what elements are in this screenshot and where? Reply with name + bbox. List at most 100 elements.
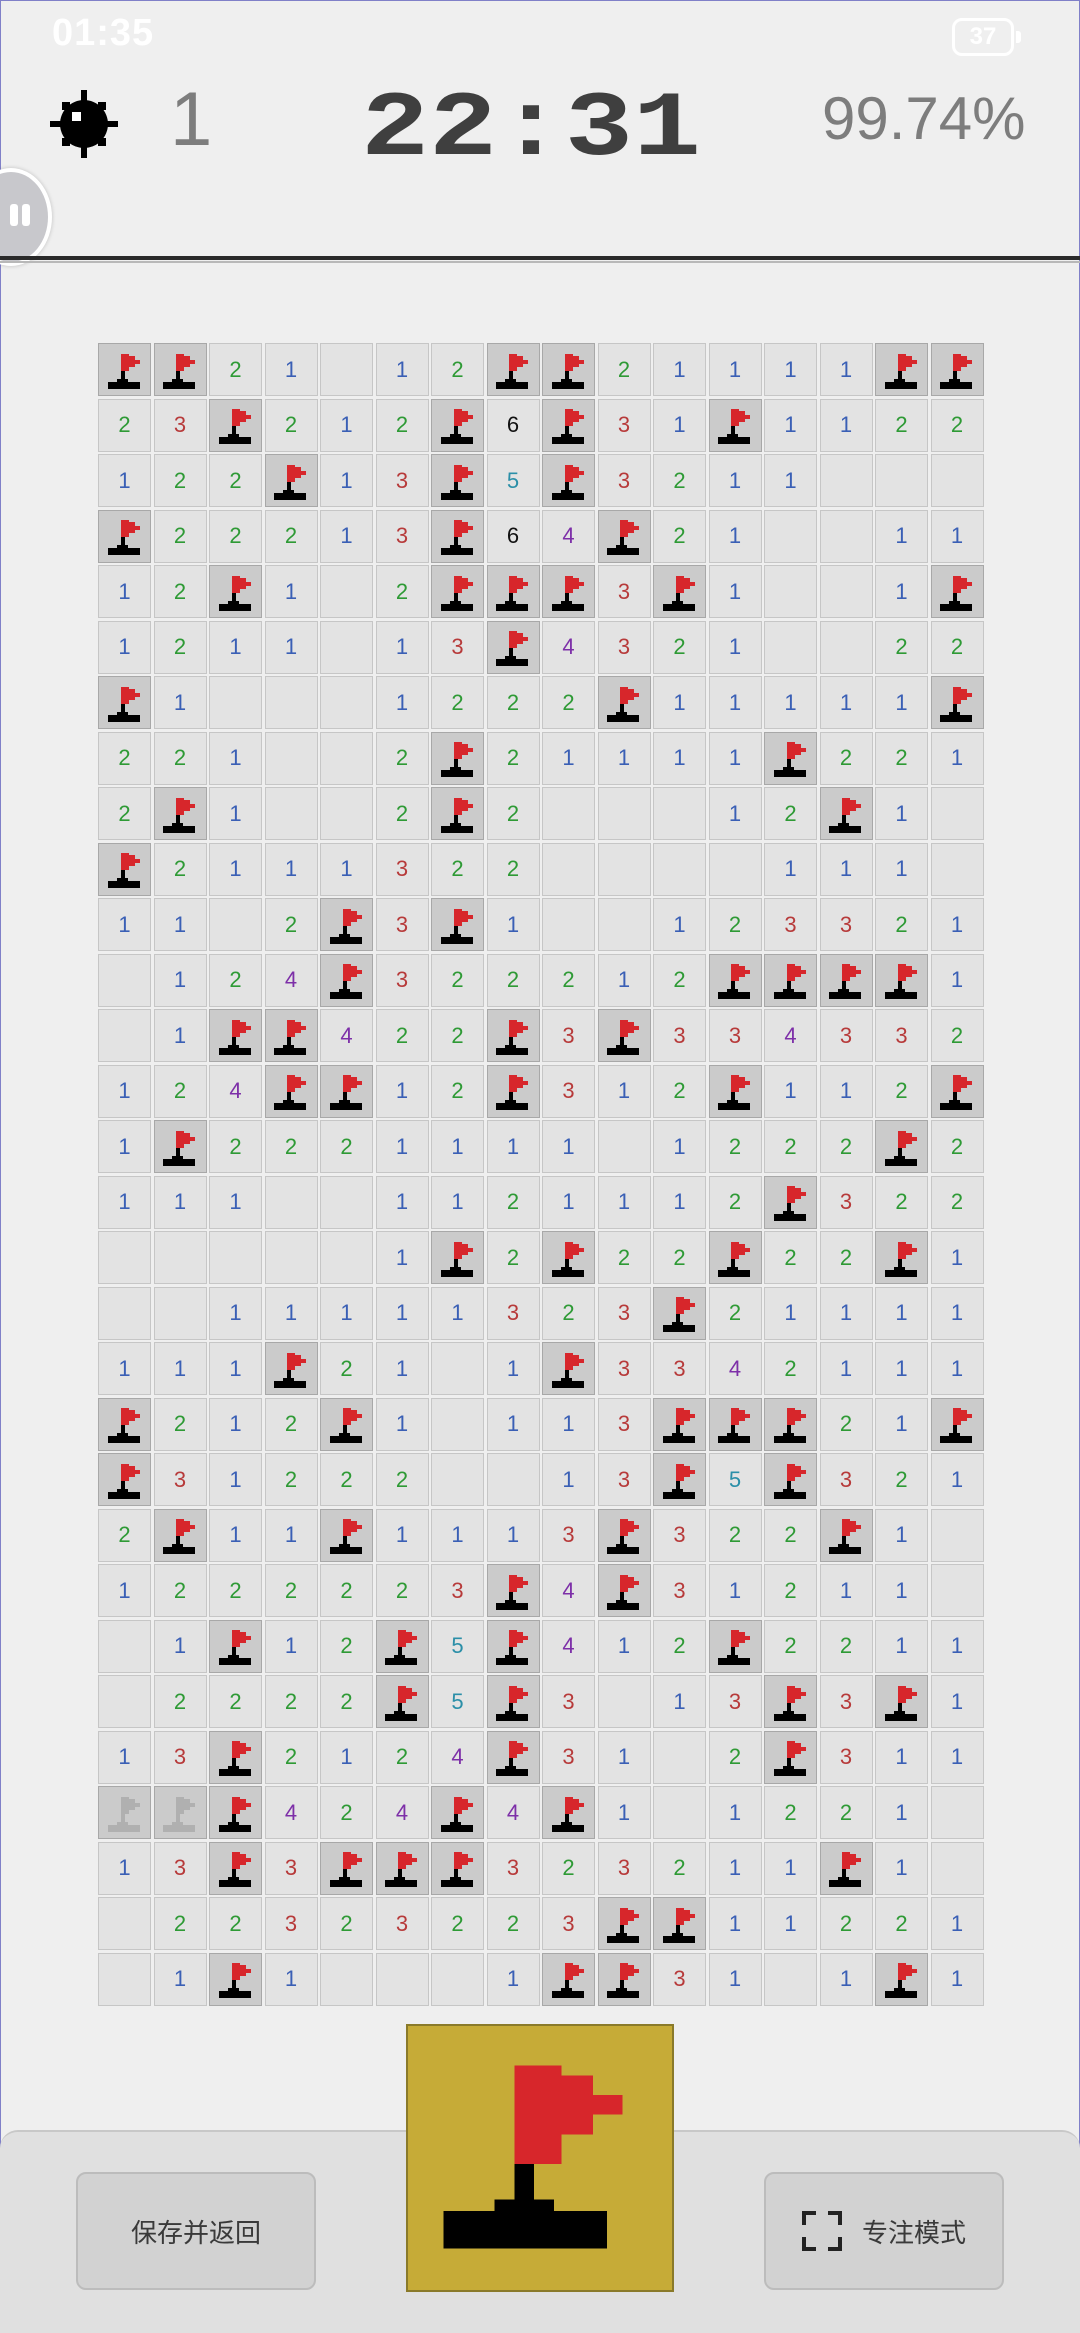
number-cell[interactable]: 4 xyxy=(542,1619,595,1673)
empty-cell[interactable] xyxy=(653,1786,706,1839)
number-cell[interactable]: 3 xyxy=(819,898,873,951)
number-cell[interactable]: 3 xyxy=(153,1453,207,1506)
number-cell[interactable]: 1 xyxy=(819,1064,873,1118)
flagged-cell[interactable] xyxy=(486,1730,540,1784)
number-cell[interactable]: 2 xyxy=(153,1564,207,1617)
number-cell[interactable]: 1 xyxy=(486,1952,540,2006)
flagged-cell[interactable] xyxy=(708,1619,762,1673)
number-cell[interactable]: 1 xyxy=(98,1120,151,1173)
number-cell[interactable]: 1 xyxy=(264,1508,318,1562)
number-cell[interactable]: 1 xyxy=(486,898,540,951)
flagged-cell[interactable] xyxy=(764,1175,817,1229)
number-cell[interactable]: 1 xyxy=(819,398,873,452)
number-cell[interactable]: 3 xyxy=(375,509,429,563)
number-cell[interactable]: 1 xyxy=(653,731,706,785)
number-cell[interactable]: 4 xyxy=(486,1786,540,1839)
number-cell[interactable]: 3 xyxy=(542,1009,595,1062)
empty-cell[interactable] xyxy=(320,565,373,618)
number-cell[interactable]: 3 xyxy=(542,1897,595,1950)
number-cell[interactable]: 1 xyxy=(875,1508,928,1562)
flagged-cell[interactable] xyxy=(486,1564,540,1617)
flagged-cell[interactable] xyxy=(597,509,651,563)
pending-flag-cell[interactable] xyxy=(98,1786,151,1839)
number-cell[interactable]: 2 xyxy=(653,1841,706,1895)
number-cell[interactable]: 1 xyxy=(542,1397,595,1451)
number-cell[interactable]: 3 xyxy=(375,1897,429,1950)
number-cell[interactable]: 1 xyxy=(764,676,817,729)
number-cell[interactable]: 1 xyxy=(653,898,706,951)
number-cell[interactable]: 2 xyxy=(375,565,429,618)
empty-cell[interactable] xyxy=(320,1952,373,2006)
flagged-cell[interactable] xyxy=(209,1952,262,2006)
number-cell[interactable]: 2 xyxy=(153,454,207,507)
number-cell[interactable]: 3 xyxy=(653,1508,706,1562)
flagged-cell[interactable] xyxy=(597,1897,651,1950)
number-cell[interactable]: 3 xyxy=(653,1009,706,1062)
flagged-cell[interactable] xyxy=(431,1786,484,1839)
number-cell[interactable]: 4 xyxy=(375,1786,429,1839)
flagged-cell[interactable] xyxy=(209,1730,262,1784)
empty-cell[interactable] xyxy=(653,787,706,840)
number-cell[interactable]: 2 xyxy=(486,787,540,840)
flagged-cell[interactable] xyxy=(708,398,762,452)
number-cell[interactable]: 1 xyxy=(875,1564,928,1617)
number-cell[interactable]: 2 xyxy=(320,1786,373,1839)
empty-cell[interactable] xyxy=(819,509,873,563)
number-cell[interactable]: 1 xyxy=(209,620,262,674)
number-cell[interactable]: 2 xyxy=(708,1730,762,1784)
number-cell[interactable]: 5 xyxy=(431,1675,484,1728)
flagged-cell[interactable] xyxy=(98,676,151,729)
flagged-cell[interactable] xyxy=(930,1064,984,1118)
flagged-cell[interactable] xyxy=(764,953,817,1007)
number-cell[interactable]: 2 xyxy=(320,1453,373,1506)
number-cell[interactable]: 1 xyxy=(819,1952,873,2006)
number-cell[interactable]: 2 xyxy=(375,787,429,840)
empty-cell[interactable] xyxy=(597,1120,651,1173)
flagged-cell[interactable] xyxy=(653,1453,706,1506)
number-cell[interactable]: 1 xyxy=(375,1064,429,1118)
number-cell[interactable]: 1 xyxy=(819,676,873,729)
empty-cell[interactable] xyxy=(542,898,595,951)
number-cell[interactable]: 2 xyxy=(431,676,484,729)
number-cell[interactable]: 2 xyxy=(153,565,207,618)
number-cell[interactable]: 3 xyxy=(431,620,484,674)
flagged-cell[interactable] xyxy=(264,454,318,507)
number-cell[interactable]: 1 xyxy=(930,898,984,951)
number-cell[interactable]: 1 xyxy=(153,898,207,951)
flagged-cell[interactable] xyxy=(819,787,873,840)
number-cell[interactable]: 2 xyxy=(153,842,207,896)
number-cell[interactable]: 1 xyxy=(209,1508,262,1562)
number-cell[interactable]: 3 xyxy=(819,1009,873,1062)
flagged-cell[interactable] xyxy=(431,509,484,563)
number-cell[interactable]: 2 xyxy=(819,731,873,785)
flagged-cell[interactable] xyxy=(320,1508,373,1562)
number-cell[interactable]: 3 xyxy=(153,398,207,452)
number-cell[interactable]: 2 xyxy=(819,1786,873,1839)
empty-cell[interactable] xyxy=(653,1730,706,1784)
number-cell[interactable]: 3 xyxy=(764,898,817,951)
flagged-cell[interactable] xyxy=(542,343,595,396)
empty-cell[interactable] xyxy=(930,1841,984,1895)
number-cell[interactable]: 1 xyxy=(930,1952,984,2006)
number-cell[interactable]: 5 xyxy=(431,1619,484,1673)
flagged-cell[interactable] xyxy=(153,787,207,840)
flagged-cell[interactable] xyxy=(653,565,706,618)
number-cell[interactable]: 2 xyxy=(653,953,706,1007)
number-cell[interactable]: 3 xyxy=(153,1730,207,1784)
empty-cell[interactable] xyxy=(930,842,984,896)
number-cell[interactable]: 2 xyxy=(875,398,928,452)
number-cell[interactable]: 1 xyxy=(264,842,318,896)
number-cell[interactable]: 1 xyxy=(264,1619,318,1673)
empty-cell[interactable] xyxy=(597,787,651,840)
number-cell[interactable]: 2 xyxy=(930,1120,984,1173)
number-cell[interactable]: 2 xyxy=(930,1009,984,1062)
number-cell[interactable]: 3 xyxy=(542,1508,595,1562)
number-cell[interactable]: 1 xyxy=(264,620,318,674)
number-cell[interactable]: 1 xyxy=(209,787,262,840)
number-cell[interactable]: 2 xyxy=(930,398,984,452)
flagged-cell[interactable] xyxy=(209,1009,262,1062)
number-cell[interactable]: 2 xyxy=(264,1730,318,1784)
number-cell[interactable]: 1 xyxy=(708,1564,762,1617)
number-cell[interactable]: 3 xyxy=(597,1286,651,1340)
number-cell[interactable]: 1 xyxy=(320,454,373,507)
